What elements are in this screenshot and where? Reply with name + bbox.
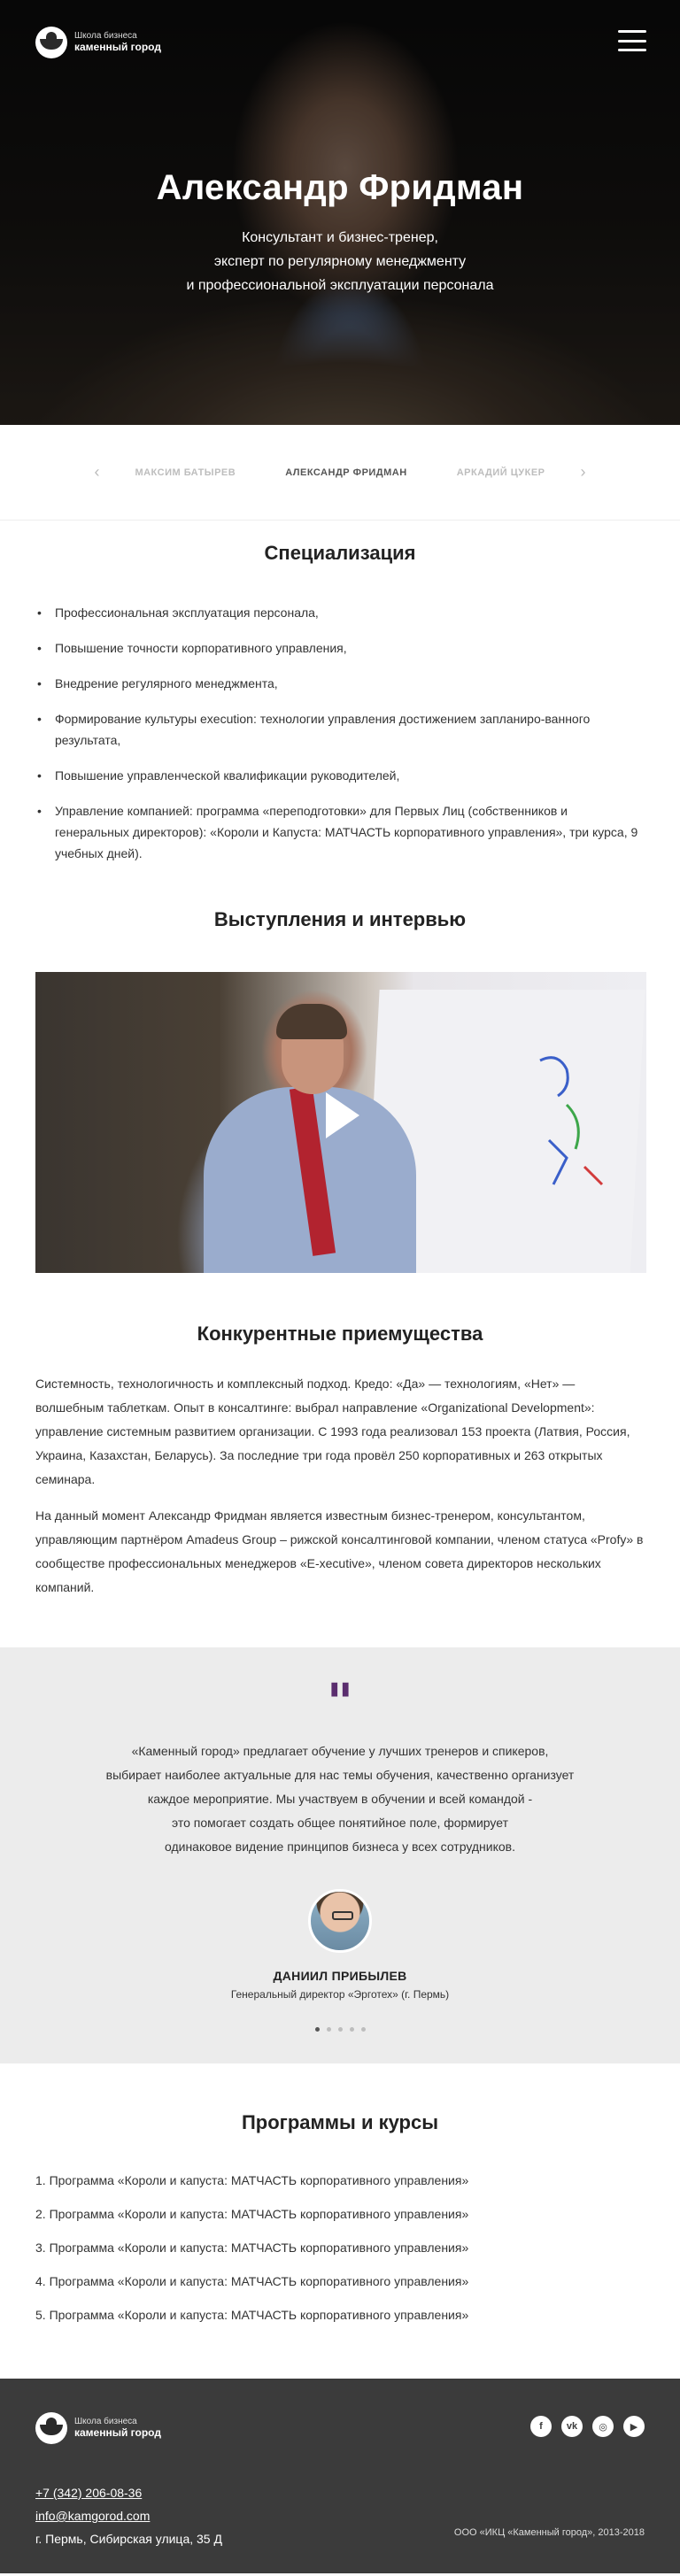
- hero-subtitle-line: Консультант и бизнес-тренер,: [242, 230, 438, 245]
- vk-icon[interactable]: vk: [561, 2416, 583, 2437]
- list-item: Профессиональная эксплуатация персонала,: [35, 602, 645, 623]
- testimonial-slider: " «Каменный город» предлагает обучение у…: [0, 1647, 680, 2063]
- program-link[interactable]: 1. Программа «Короли и капуста: МАТЧАСТЬ…: [35, 2170, 645, 2191]
- speaker-tabs: ‹ Максим Батырев Александр Фридман Аркад…: [0, 425, 680, 521]
- social-links: f vk ◎ ▶: [530, 2416, 645, 2437]
- facebook-icon[interactable]: f: [530, 2416, 552, 2437]
- specialization-section: Специализация Профессиональная эксплуата…: [0, 521, 680, 864]
- program-link[interactable]: 2. Программа «Короли и капуста: МАТЧАСТЬ…: [35, 2203, 645, 2225]
- logo-title: каменный город: [74, 2426, 161, 2439]
- slider-dot[interactable]: [326, 2027, 331, 2032]
- instagram-icon[interactable]: ◎: [592, 2416, 614, 2437]
- slider-dot[interactable]: [337, 2027, 343, 2032]
- tab-aleksandr-fridman[interactable]: Александр Фридман: [260, 467, 432, 478]
- programs-list: 1. Программа «Короли и капуста: МАТЧАСТЬ…: [35, 2170, 645, 2325]
- program-link[interactable]: 3. Программа «Короли и капуста: МАТЧАСТЬ…: [35, 2237, 645, 2258]
- logo-emblem-icon: [35, 2412, 67, 2444]
- testimonial-line: это помогает создать общее понятийное по…: [172, 1816, 508, 1830]
- avatar: [308, 1889, 372, 1953]
- section-title: Программы и курсы: [241, 2111, 439, 2133]
- list-item: Внедрение регулярного менеджмента,: [35, 673, 645, 694]
- footer-contacts: +7 (342) 206-08-36 info@kamgorod.com г. …: [35, 2481, 222, 2550]
- site-logo[interactable]: Школа бизнеса каменный город: [35, 27, 161, 58]
- slider-dot[interactable]: [349, 2027, 354, 2032]
- video-player[interactable]: [35, 972, 646, 1273]
- address: г. Пермь, Сибирская улица, 35 Д: [35, 2532, 222, 2546]
- flipchart-drawing: [539, 1056, 604, 1186]
- youtube-icon[interactable]: ▶: [623, 2416, 645, 2437]
- hero-subtitle: Консультант и бизнес-тренер, эксперт по …: [0, 226, 680, 297]
- advantages-section: Конкурентные приемущества Системность, т…: [0, 1273, 680, 1600]
- chevron-right-icon[interactable]: ›: [570, 463, 597, 482]
- section-title: Конкурентные приемущества: [197, 1323, 483, 1345]
- testimonial-line: выбирает наиболее актуальные для нас тем…: [105, 1768, 575, 1782]
- list-item: Формирование культуры execution: техноло…: [35, 708, 645, 751]
- hero: Школа бизнеса каменный город Александр Ф…: [0, 0, 680, 425]
- hero-subtitle-line: эксперт по регулярному менеджменту: [213, 254, 467, 269]
- list-item: Управление компанией: программа «перепод…: [35, 800, 645, 864]
- program-link[interactable]: 5. Программа «Короли и капуста: МАТЧАСТЬ…: [35, 2304, 645, 2325]
- testimonial-author-role: Генеральный директор «Эрготех» (г. Пермь…: [230, 1988, 450, 2001]
- programs-section: Программы и курсы 1. Программа «Короли и…: [0, 2063, 680, 2379]
- section-title: Специализация: [264, 542, 416, 564]
- logo-title: каменный город: [74, 40, 161, 53]
- paragraph: На данный момент Александр Фридман являе…: [35, 1508, 644, 1594]
- testimonial-text: «Каменный город» предлагает обучение у л…: [35, 1739, 645, 1859]
- list-item: Повышение точности корпоративного управл…: [35, 637, 645, 659]
- program-link[interactable]: 4. Программа «Короли и капуста: МАТЧАСТЬ…: [35, 2271, 645, 2292]
- specialization-list: Профессиональная эксплуатация персонала,…: [35, 602, 645, 864]
- chevron-left-icon[interactable]: ‹: [83, 463, 110, 482]
- talks-section: Выступления и интервью: [0, 878, 680, 1273]
- section-title: Выступления и интервью: [213, 908, 467, 930]
- quote-icon: ": [326, 1672, 354, 1732]
- footer-logo[interactable]: Школа бизнеса каменный город: [35, 2412, 161, 2444]
- tab-maksim-batyrev[interactable]: Максим Батырев: [110, 467, 260, 478]
- phone-link[interactable]: +7 (342) 206-08-36: [35, 2481, 222, 2504]
- slider-dot[interactable]: [360, 2027, 366, 2032]
- logo-emblem-icon: [35, 27, 67, 58]
- page-title: Александр Фридман: [156, 168, 524, 207]
- testimonial-author: Даниил Прибылев: [273, 1969, 407, 1983]
- copyright: ООО «ИКЦ «Каменный город», 2013-2018: [453, 2527, 645, 2538]
- testimonial-line: «Каменный город» предлагает обучение у л…: [131, 1744, 549, 1758]
- paragraph: Системность, технологичность и комплексн…: [35, 1377, 630, 1486]
- menu-icon[interactable]: [618, 30, 646, 51]
- list-item: Повышение управленческой квалификации ру…: [35, 765, 645, 786]
- logo-subtitle: Школа бизнеса: [74, 2417, 137, 2427]
- email-link[interactable]: info@kamgorod.com: [35, 2504, 222, 2527]
- tab-arkadiy-tsuker[interactable]: Аркадий Цукер: [432, 467, 570, 478]
- testimonial-line: одинаковое видение принципов бизнеса у в…: [164, 1839, 515, 1854]
- hero-subtitle-line: и профессиональной эксплуатации персонал…: [186, 278, 494, 293]
- slider-dots: [35, 2027, 645, 2032]
- footer: Школа бизнеса каменный город f vk ◎ ▶ +7…: [0, 2379, 680, 2573]
- logo-subtitle: Школа бизнеса: [74, 31, 137, 42]
- play-icon[interactable]: [322, 1092, 361, 1138]
- testimonial-line: каждое мероприятие. Мы участвуем в обуче…: [147, 1792, 533, 1806]
- slider-dot[interactable]: [314, 2027, 320, 2032]
